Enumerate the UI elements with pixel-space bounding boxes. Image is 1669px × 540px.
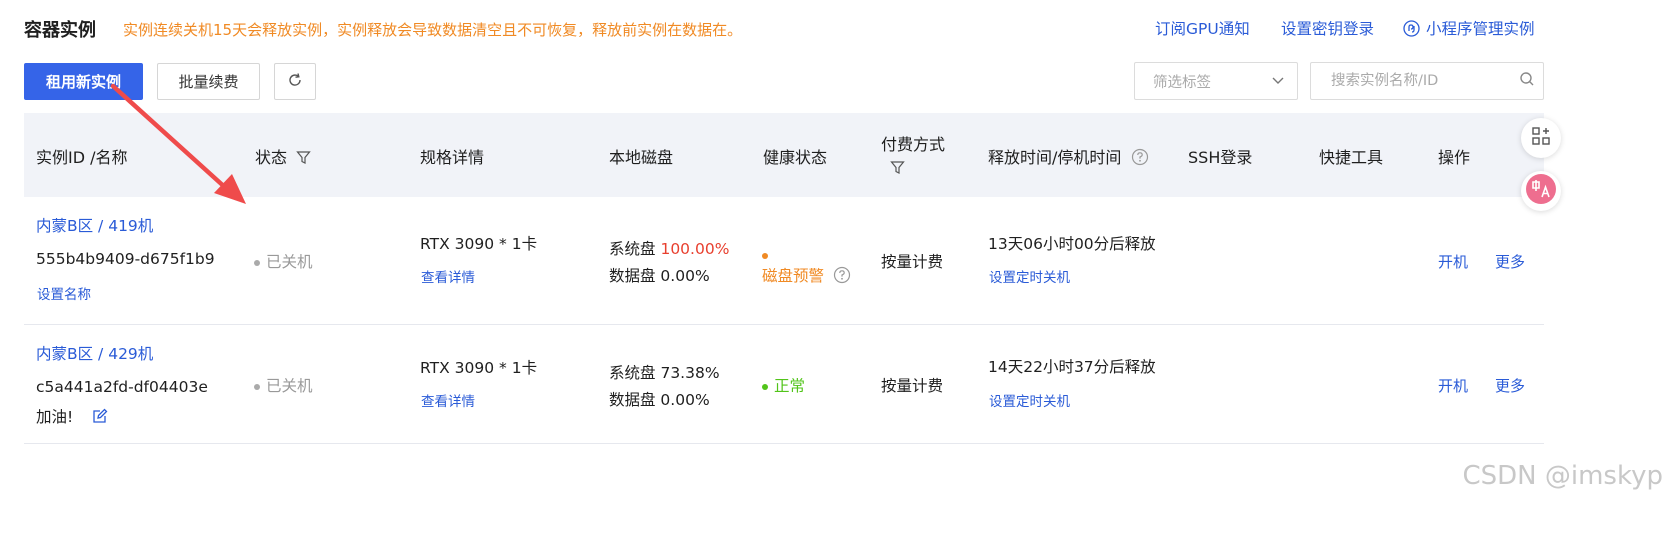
row-divider (24, 324, 1544, 325)
apps-float-button[interactable] (1521, 118, 1561, 158)
chevron-down-icon (1271, 72, 1285, 91)
tag-filter-select[interactable]: 筛选标签 (1134, 62, 1298, 100)
status-dot (254, 383, 260, 390)
system-disk: 系统盘 100.00% (609, 237, 729, 259)
key-login-link[interactable]: 设置密钥登录 (1281, 17, 1374, 39)
system-disk-label: 系统盘 (609, 240, 656, 258)
health-dot (762, 383, 768, 390)
spec-detail-link[interactable]: 查看详情 (421, 390, 475, 410)
health-status: 磁盘预警 (762, 264, 851, 288)
status-label: 已关机 (266, 377, 313, 395)
col-spec: 规格详情 (420, 148, 485, 167)
search-input[interactable] (1329, 72, 1519, 90)
help-icon[interactable] (833, 266, 851, 288)
health-label: 磁盘预警 (762, 267, 825, 285)
spec-detail-link[interactable]: 查看详情 (421, 266, 475, 286)
system-disk-value: 73.38% (660, 364, 720, 382)
more-button[interactable]: 更多 (1495, 251, 1525, 272)
translate-float-button[interactable] (1521, 171, 1561, 211)
health-warning-dot (762, 245, 768, 264)
power-on-button[interactable]: 开机 (1438, 251, 1468, 272)
table-header: 实例ID /名称 状态 规格详情 本地磁盘 健康状态 付费方式 释放时间/停机时… (24, 113, 1544, 197)
filter-icon[interactable] (296, 150, 311, 169)
col-id-name: 实例ID /名称 (36, 148, 128, 167)
translate-icon (1525, 173, 1557, 209)
mini-program-icon (1403, 20, 1420, 41)
csdn-watermark: CSDN @imskyp (1462, 461, 1663, 491)
power-on-button[interactable]: 开机 (1438, 375, 1468, 396)
instance-name: 加油! (36, 405, 108, 428)
subscribe-gpu-link[interactable]: 订阅GPU通知 (1155, 17, 1250, 39)
filter-icon[interactable] (890, 160, 905, 179)
instance-region-link[interactable]: 内蒙B区 / 429机 (36, 342, 153, 364)
set-timer-shutdown-link[interactable]: 设置定时关机 (989, 390, 1070, 410)
col-ssh: SSH登录 (1188, 148, 1253, 167)
search-icon[interactable] (1519, 71, 1535, 91)
search-box[interactable] (1310, 62, 1544, 100)
status-badge: 已关机 (254, 374, 313, 396)
instance-region-link[interactable]: 内蒙B区 / 419机 (36, 214, 153, 236)
help-icon[interactable] (1131, 148, 1149, 170)
system-disk: 系统盘 73.38% (609, 361, 720, 383)
status-dot (254, 259, 260, 266)
data-disk: 数据盘 0.00% (609, 267, 710, 285)
spec-text: RTX 3090 * 1卡 (420, 235, 538, 253)
apps-icon (1531, 126, 1551, 150)
more-button[interactable]: 更多 (1495, 375, 1525, 396)
instance-id: 555b4b9409-d675f1b9 (36, 250, 215, 268)
release-time: 14天22小时37分后释放 (988, 358, 1156, 376)
col-release-label: 释放时间/停机时间 (988, 148, 1122, 167)
col-release: 释放时间/停机时间 (988, 144, 1149, 170)
set-name-link[interactable]: 设置名称 (37, 283, 91, 303)
billing-type: 按量计费 (881, 253, 944, 271)
status-badge: 已关机 (254, 250, 313, 272)
rent-new-instance-button[interactable]: 租用新实例 (24, 63, 143, 100)
edit-icon[interactable] (92, 408, 108, 428)
col-status: 状态 (255, 144, 311, 169)
health-status: 正常 (762, 374, 805, 396)
page-title: 容器实例 (24, 20, 96, 41)
release-notice: 实例连续关机15天会释放实例，实例释放会导致数据清空且不可恢复，释放前实例在数据… (123, 21, 743, 39)
col-tools: 快捷工具 (1319, 148, 1384, 167)
release-time: 13天06小时00分后释放 (988, 235, 1156, 253)
status-label: 已关机 (266, 253, 313, 271)
col-disk: 本地磁盘 (609, 148, 674, 167)
data-disk: 数据盘 0.00% (609, 391, 710, 409)
refresh-icon (287, 72, 303, 92)
col-billing: 付费方式 (881, 135, 946, 154)
refresh-button[interactable] (274, 63, 316, 100)
row-divider (24, 443, 1544, 444)
instance-name-label: 加油! (36, 408, 74, 426)
tag-filter-placeholder: 筛选标签 (1153, 74, 1211, 91)
set-timer-shutdown-link[interactable]: 设置定时关机 (989, 266, 1070, 286)
batch-renew-button[interactable]: 批量续费 (157, 63, 260, 100)
billing-type: 按量计费 (881, 377, 944, 395)
col-ops: 操作 (1438, 148, 1471, 167)
mini-program-link[interactable]: 小程序管理实例 (1403, 17, 1535, 41)
spec-text: RTX 3090 * 1卡 (420, 359, 538, 377)
health-label: 正常 (774, 377, 806, 395)
col-status-label: 状态 (255, 148, 288, 167)
system-disk-label: 系统盘 (609, 364, 656, 382)
col-health: 健康状态 (763, 148, 828, 167)
instance-id: c5a441a2fd-df04403e (36, 378, 208, 396)
system-disk-value: 100.00% (660, 240, 730, 258)
mini-program-label: 小程序管理实例 (1426, 20, 1535, 38)
